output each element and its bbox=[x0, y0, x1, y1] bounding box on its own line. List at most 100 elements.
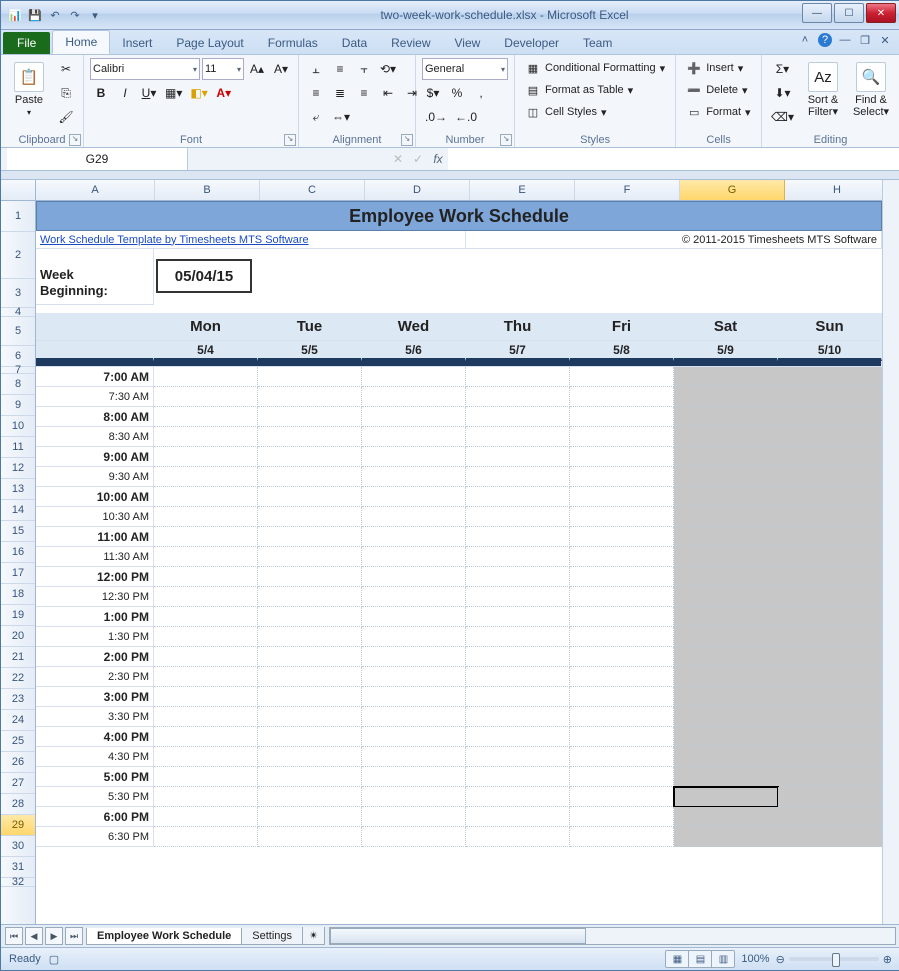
italic-button[interactable]: I bbox=[114, 82, 136, 104]
grow-font-icon[interactable]: A▴ bbox=[246, 58, 268, 80]
grid-cell-F21[interactable] bbox=[570, 627, 674, 647]
grid-cell-E28[interactable] bbox=[466, 767, 570, 787]
row-header-17[interactable]: 17 bbox=[1, 563, 35, 584]
grid-cell-G8[interactable] bbox=[674, 367, 778, 387]
grid-cell-G21[interactable] bbox=[674, 627, 778, 647]
new-sheet-icon[interactable]: ✴ bbox=[302, 927, 325, 945]
view-page-break-icon[interactable]: ▥ bbox=[712, 951, 734, 967]
grid-cell-C24[interactable] bbox=[258, 687, 362, 707]
time-label-17[interactable]: 11:30 AM bbox=[36, 547, 154, 567]
grid-cell-E15[interactable] bbox=[466, 507, 570, 527]
grid-cell-C19[interactable] bbox=[258, 587, 362, 607]
day-header-wed[interactable]: Wed bbox=[362, 313, 466, 341]
grid-cell-G25[interactable] bbox=[674, 707, 778, 727]
grid-cell-C27[interactable] bbox=[258, 747, 362, 767]
grid-cell-G17[interactable] bbox=[674, 547, 778, 567]
row-header-22[interactable]: 22 bbox=[1, 668, 35, 689]
time-label-24[interactable]: 3:00 PM bbox=[36, 687, 154, 707]
row-header-8[interactable]: 8 bbox=[1, 374, 35, 395]
grid-cell-E20[interactable] bbox=[466, 607, 570, 627]
grid-cell-G22[interactable] bbox=[674, 647, 778, 667]
row-header-7[interactable]: 7 bbox=[1, 367, 35, 374]
grid-cell-F10[interactable] bbox=[570, 407, 674, 427]
delete-cells-button[interactable]: ➖Delete▾ bbox=[682, 80, 754, 100]
paste-button[interactable]: 📋 Paste ▾ bbox=[7, 58, 51, 117]
row-header-27[interactable]: 27 bbox=[1, 773, 35, 794]
view-normal-icon[interactable]: ▦ bbox=[666, 951, 689, 967]
grid-cell-D21[interactable] bbox=[362, 627, 466, 647]
day-date-6[interactable]: 5/10 bbox=[778, 341, 882, 361]
day-date-0[interactable]: 5/4 bbox=[154, 341, 258, 361]
grid-cell-G24[interactable] bbox=[674, 687, 778, 707]
comma-icon[interactable]: , bbox=[470, 82, 492, 104]
grid-cell-H23[interactable] bbox=[778, 667, 882, 687]
row-header-13[interactable]: 13 bbox=[1, 479, 35, 500]
grid-cell-G29[interactable] bbox=[674, 787, 778, 807]
macro-record-icon[interactable]: ▢ bbox=[49, 953, 59, 966]
grid-cell-H26[interactable] bbox=[778, 727, 882, 747]
grid-cell-D30[interactable] bbox=[362, 807, 466, 827]
grid-cell-H16[interactable] bbox=[778, 527, 882, 547]
grid-cell-C29[interactable] bbox=[258, 787, 362, 807]
grid-cell-H21[interactable] bbox=[778, 627, 882, 647]
format-as-table-button[interactable]: ▤Format as Table▾ bbox=[521, 80, 669, 100]
title-cell[interactable]: Employee Work Schedule bbox=[36, 201, 882, 231]
grid-cell-C23[interactable] bbox=[258, 667, 362, 687]
format-painter-button[interactable]: 🖌 bbox=[55, 106, 77, 128]
time-label-27[interactable]: 4:30 PM bbox=[36, 747, 154, 767]
grid-cell-D20[interactable] bbox=[362, 607, 466, 627]
grid-cell-E13[interactable] bbox=[466, 467, 570, 487]
redo-icon[interactable]: ↷ bbox=[67, 7, 83, 23]
row-header-21[interactable]: 21 bbox=[1, 647, 35, 668]
cells-area[interactable]: Employee Work ScheduleWork Schedule Temp… bbox=[36, 201, 899, 924]
grid-cell-G9[interactable] bbox=[674, 387, 778, 407]
grid-cell-E19[interactable] bbox=[466, 587, 570, 607]
time-label-20[interactable]: 1:00 PM bbox=[36, 607, 154, 627]
grid-cell-D26[interactable] bbox=[362, 727, 466, 747]
grid-cell-G30[interactable] bbox=[674, 807, 778, 827]
help-icon[interactable]: ? bbox=[818, 33, 832, 47]
copy-button[interactable]: ⎘ bbox=[55, 82, 77, 104]
template-link[interactable]: Work Schedule Template by Timesheets MTS… bbox=[36, 231, 466, 249]
grid-cell-C12[interactable] bbox=[258, 447, 362, 467]
grid-cell-E25[interactable] bbox=[466, 707, 570, 727]
row-header-9[interactable]: 9 bbox=[1, 395, 35, 416]
align-top-icon[interactable]: ⫠ bbox=[305, 58, 327, 80]
grid-cell-B24[interactable] bbox=[154, 687, 258, 707]
grid-cell-B12[interactable] bbox=[154, 447, 258, 467]
grid-cell-F30[interactable] bbox=[570, 807, 674, 827]
grid-cell-E11[interactable] bbox=[466, 427, 570, 447]
grid-cell-D9[interactable] bbox=[362, 387, 466, 407]
grid-cell-D17[interactable] bbox=[362, 547, 466, 567]
grid-cell-F19[interactable] bbox=[570, 587, 674, 607]
grid-cell-H18[interactable] bbox=[778, 567, 882, 587]
day-header-sun[interactable]: Sun bbox=[778, 313, 882, 341]
grid-cell-D25[interactable] bbox=[362, 707, 466, 727]
grid-cell-E27[interactable] bbox=[466, 747, 570, 767]
grid-cell-E21[interactable] bbox=[466, 627, 570, 647]
fill-color-button[interactable]: ◧▾ bbox=[187, 82, 210, 104]
time-label-11[interactable]: 8:30 AM bbox=[36, 427, 154, 447]
time-label-15[interactable]: 10:30 AM bbox=[36, 507, 154, 527]
border-button[interactable]: ▦▾ bbox=[162, 82, 185, 104]
name-box[interactable]: G29 bbox=[7, 148, 188, 170]
col-header-B[interactable]: B bbox=[155, 180, 260, 200]
time-label-16[interactable]: 11:00 AM bbox=[36, 527, 154, 547]
grid-cell-H24[interactable] bbox=[778, 687, 882, 707]
grid-cell-C15[interactable] bbox=[258, 507, 362, 527]
row-header-18[interactable]: 18 bbox=[1, 584, 35, 605]
file-tab[interactable]: File bbox=[3, 32, 50, 54]
view-page-layout-icon[interactable]: ▤ bbox=[689, 951, 712, 967]
grid-cell-F11[interactable] bbox=[570, 427, 674, 447]
grid-cell-B19[interactable] bbox=[154, 587, 258, 607]
grid-cell-G16[interactable] bbox=[674, 527, 778, 547]
grid-cell-F28[interactable] bbox=[570, 767, 674, 787]
tab-insert[interactable]: Insert bbox=[110, 32, 164, 54]
grid-cell-D15[interactable] bbox=[362, 507, 466, 527]
day-header-tue[interactable]: Tue bbox=[258, 313, 362, 341]
grid-cell-E23[interactable] bbox=[466, 667, 570, 687]
day-header-mon[interactable]: Mon bbox=[154, 313, 258, 341]
percent-icon[interactable]: % bbox=[446, 82, 468, 104]
row-header-19[interactable]: 19 bbox=[1, 605, 35, 626]
grid-cell-C21[interactable] bbox=[258, 627, 362, 647]
